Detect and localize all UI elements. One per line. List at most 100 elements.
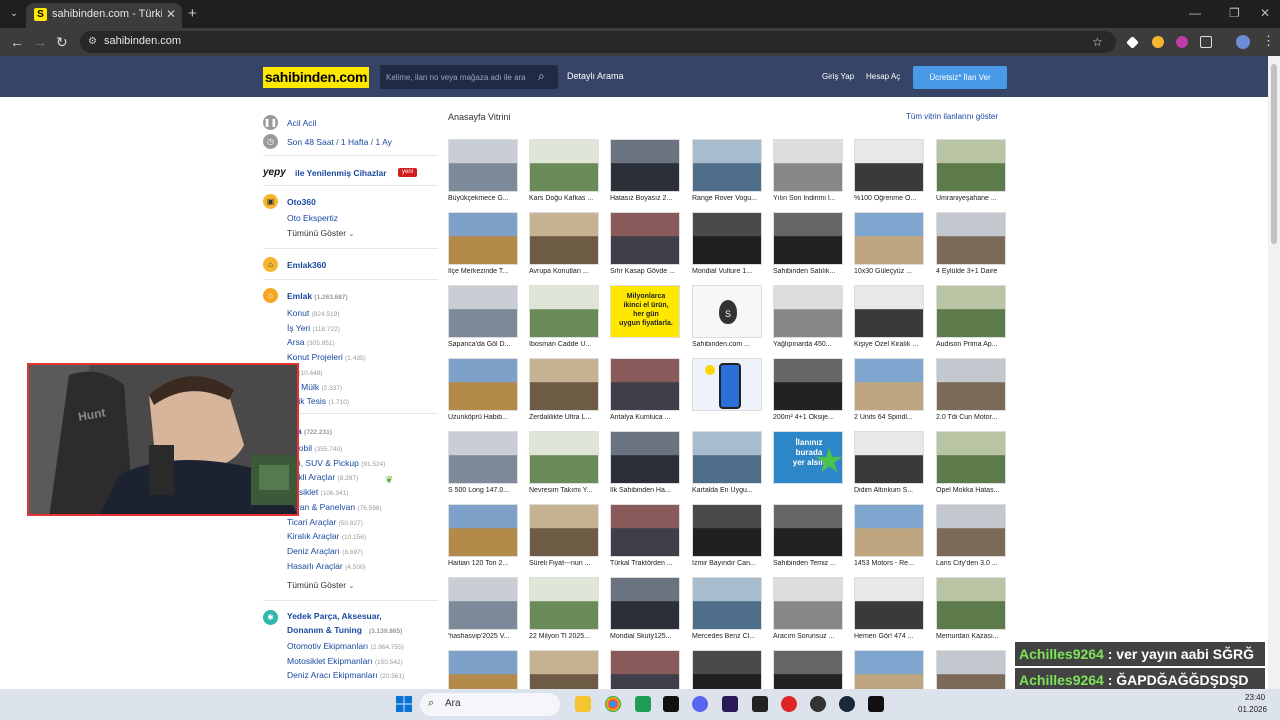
showcase-listing-title[interactable]: Yağlıpınarda 450... bbox=[773, 341, 845, 348]
tradingview-icon[interactable] bbox=[663, 696, 679, 712]
showcase-listing-thumb[interactable] bbox=[692, 431, 762, 484]
showcase-listing-thumb[interactable] bbox=[854, 212, 924, 265]
post-ad-button[interactable]: Ücretsiz* İlan Ver bbox=[913, 66, 1007, 89]
signup-link[interactable]: Hesap Aç bbox=[866, 72, 900, 81]
sidebar-item[interactable]: Hasarlı Araçlar (4.500) bbox=[287, 561, 366, 571]
sidebar-item[interactable]: Arsa (305.951) bbox=[287, 337, 335, 347]
showcase-listing-thumb[interactable] bbox=[448, 504, 518, 557]
showcase-listing-thumb[interactable] bbox=[610, 139, 680, 192]
showcase-listing-title[interactable]: Aracım Sorunsuz ... bbox=[773, 633, 845, 640]
showcase-listing-title[interactable]: Sapanca'da Göl D... bbox=[448, 341, 520, 348]
recent-1-month-link[interactable]: 1 Ay bbox=[375, 137, 391, 147]
sidebar-item[interactable]: inivan & Panelvan (76.598) bbox=[287, 502, 382, 512]
showcase-listing-title[interactable]: Nevresim Takımı Y... bbox=[529, 487, 601, 494]
parts-category-line2[interactable]: Donanım & Tuning (3.139.865) bbox=[287, 625, 402, 635]
showcase-listing-thumb[interactable] bbox=[773, 212, 843, 265]
sidebar-item[interactable]: Ticari Araçlar (50.827) bbox=[287, 517, 363, 527]
showcase-listing-title[interactable]: 22 Milyon Tl 2025... bbox=[529, 633, 601, 640]
showcase-listing-thumb[interactable] bbox=[773, 577, 843, 630]
showcase-listing-thumb[interactable] bbox=[773, 358, 843, 411]
showcase-listing-thumb[interactable] bbox=[854, 577, 924, 630]
showcase-listing-title[interactable]: 4 Eylülde 3+1 Daire bbox=[936, 268, 1008, 275]
capcut-icon[interactable] bbox=[752, 696, 768, 712]
showcase-listing-thumb[interactable] bbox=[529, 285, 599, 338]
sidebar-item[interactable]: Konut Projeleri (1.435) bbox=[287, 352, 366, 362]
showcase-listing-thumb[interactable] bbox=[936, 577, 1006, 630]
showcase-listing-title[interactable]: Sahibinden.com ... bbox=[692, 341, 764, 348]
parts-category[interactable]: Yedek Parça, Aksesuar, bbox=[287, 611, 382, 621]
showcase-listing-thumb[interactable] bbox=[773, 504, 843, 557]
showcase-listing-title[interactable]: Kartalda En Uygu... bbox=[692, 487, 764, 494]
sidebar-item[interactable]: Konut (824.519) bbox=[287, 308, 339, 318]
showcase-listing-thumb[interactable] bbox=[448, 139, 518, 192]
back-icon[interactable]: ← bbox=[10, 34, 24, 50]
showcase-listing-title[interactable]: 200m² 4+1 Oksije... bbox=[773, 414, 845, 421]
showcase-listing-thumb[interactable]: S bbox=[692, 285, 762, 338]
maximize-icon[interactable]: ❐ bbox=[1229, 6, 1240, 20]
vasita-show-all[interactable]: Tümünü Göster ⌄ bbox=[287, 580, 354, 590]
showcase-listing-title[interactable]: Hemen Gör! 474 ... bbox=[854, 633, 926, 640]
extension-orange-icon[interactable] bbox=[1152, 36, 1164, 48]
showcase-listing-title[interactable]: Yılın Son İndirimi İ... bbox=[773, 195, 845, 202]
showcase-listing-thumb[interactable] bbox=[854, 139, 924, 192]
search-input[interactable] bbox=[386, 69, 536, 85]
sidebar-item[interactable]: Deniz Aracı Ekipmanları (20.561) bbox=[287, 670, 404, 680]
showcase-listing-title[interactable]: 'hashasvip'2025 V... bbox=[448, 633, 520, 640]
showcase-listing-thumb[interactable] bbox=[692, 358, 762, 411]
windows-start-icon[interactable] bbox=[396, 696, 412, 712]
showcase-listing-thumb[interactable] bbox=[692, 212, 762, 265]
showcase-listing-thumb[interactable]: İlanınız burada yer alsın ★ bbox=[773, 431, 843, 484]
search-icon[interactable]: ⌕ bbox=[538, 69, 545, 84]
showcase-listing-thumb[interactable] bbox=[448, 285, 518, 338]
showcase-listing-title[interactable]: Sahibinden Satılık... bbox=[773, 268, 845, 275]
tab-close-icon[interactable]: ✕ bbox=[166, 7, 176, 21]
showcase-listing-thumb[interactable]: Milyonlarca ikinci el ürün, her gün uygun f… bbox=[610, 285, 680, 338]
file-explorer-icon[interactable] bbox=[575, 696, 591, 712]
showcase-listing-title[interactable]: İlçe Merkezinde T... bbox=[448, 268, 520, 275]
showcase-listing-title[interactable]: İlk Sahibinden Ha... bbox=[610, 487, 682, 494]
showcase-listing-title[interactable]: Audison Prima Ap... bbox=[936, 341, 1008, 348]
showcase-listing-title[interactable]: İbosman Cadde Ü... bbox=[529, 341, 601, 348]
profile-avatar[interactable] bbox=[1236, 35, 1250, 49]
showcase-listing-title[interactable]: Opel Mokka Hatas... bbox=[936, 487, 1008, 494]
sidebar-item[interactable]: Deniz Araçları (8.697) bbox=[287, 546, 363, 556]
obs-icon[interactable] bbox=[810, 696, 826, 712]
showcase-listing-thumb[interactable] bbox=[529, 358, 599, 411]
page-scrollbar[interactable] bbox=[1268, 56, 1280, 720]
showcase-listing-title[interactable]: Didim Altınkum S... bbox=[854, 487, 926, 494]
showcase-listing-thumb[interactable] bbox=[529, 431, 599, 484]
showcase-listing-title[interactable]: Sahibinden Temiz ... bbox=[773, 560, 845, 567]
epic-games-icon[interactable] bbox=[868, 696, 884, 712]
showcase-listing-thumb[interactable] bbox=[529, 577, 599, 630]
showcase-listing-title[interactable]: Antalya Kumluca ... bbox=[610, 414, 682, 421]
showcase-listing-title[interactable]: 10x30 Güleçyüz ... bbox=[854, 268, 926, 275]
sidebar-item[interactable]: razi, SUV & Pickup (91.524) bbox=[287, 458, 385, 468]
emlak360-link[interactable]: Emlak360 bbox=[287, 260, 326, 270]
showcase-listing-thumb[interactable] bbox=[448, 212, 518, 265]
showcase-listing-title[interactable]: Mercedes Benz Cl... bbox=[692, 633, 764, 640]
login-link[interactable]: Giriş Yap bbox=[822, 72, 854, 81]
showcase-listing-title[interactable]: Uzunköprü Habib... bbox=[448, 414, 520, 421]
showcase-listing-thumb[interactable] bbox=[936, 139, 1006, 192]
forward-icon[interactable]: → bbox=[33, 34, 47, 50]
showcase-listing-thumb[interactable] bbox=[936, 504, 1006, 557]
showcase-listing-title[interactable]: Avrupa Konutları ... bbox=[529, 268, 601, 275]
showcase-listing-thumb[interactable] bbox=[773, 285, 843, 338]
premiere-icon[interactable] bbox=[722, 696, 738, 712]
showcase-listing-thumb[interactable] bbox=[936, 431, 1006, 484]
recent-1-week-link[interactable]: 1 Hafta bbox=[341, 137, 368, 147]
showcase-listing-title[interactable]: Büyükçekmece G... bbox=[448, 195, 520, 202]
showcase-listing-thumb[interactable] bbox=[529, 504, 599, 557]
browser-menu-icon[interactable]: ⋮ bbox=[1262, 33, 1275, 49]
showcase-show-all-link[interactable]: Tüm vitrin ilanlarını göster bbox=[906, 112, 998, 121]
showcase-listing-thumb[interactable] bbox=[854, 504, 924, 557]
showcase-listing-title[interactable]: Hatasız Boyasız 2... bbox=[610, 195, 682, 202]
showcase-listing-thumb[interactable] bbox=[448, 358, 518, 411]
window-close-icon[interactable]: ✕ bbox=[1260, 6, 1270, 20]
site-logo[interactable]: sahibinden.com bbox=[263, 67, 369, 88]
yepy-link[interactable]: ile Yenilenmiş Cihazlar bbox=[295, 168, 387, 178]
showcase-listing-thumb[interactable] bbox=[936, 285, 1006, 338]
showcase-listing-thumb[interactable] bbox=[610, 504, 680, 557]
showcase-listing-title[interactable]: Ümraniyeşahane ... bbox=[936, 195, 1008, 202]
showcase-listing-title[interactable]: Kars Doğu Kafkas ... bbox=[529, 195, 601, 202]
